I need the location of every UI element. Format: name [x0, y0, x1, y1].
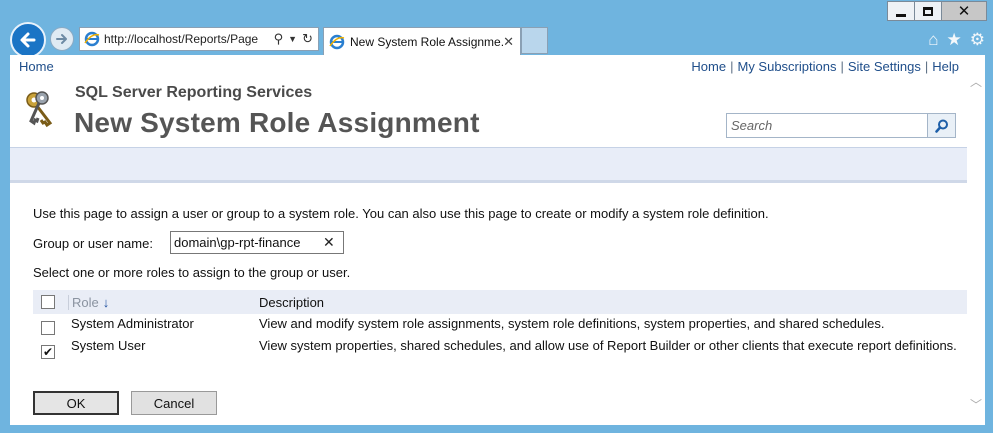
global-links: Home | My Subscriptions | Site Settings | Help — [691, 59, 959, 74]
roles-table: Role ↓ Description System Administrator V… — [33, 290, 967, 377]
back-button[interactable] — [10, 22, 46, 58]
scroll-down-icon[interactable]: ﹀ — [970, 396, 982, 413]
table-row: System Administrator View and modify sys… — [33, 314, 967, 337]
browser-toolbar: http://localhost/Reports/Page ⚲ ▼ ↻ New … — [0, 20, 993, 58]
browser-window: ✕ http://localhost/Reports/Page ⚲ ▼ ↻ Ne… — [0, 0, 993, 433]
checkmark-icon: ✔ — [42, 345, 54, 359]
clear-input-icon[interactable]: ✕ — [323, 234, 335, 251]
address-bar[interactable]: http://localhost/Reports/Page ⚲ ▼ ↻ — [79, 27, 319, 51]
minimize-button[interactable] — [887, 1, 915, 21]
window-controls: ✕ — [887, 1, 987, 21]
keys-icon — [26, 91, 53, 128]
scroll-up-icon[interactable]: ︿ — [970, 73, 982, 90]
table-header: Role ↓ Description — [33, 290, 967, 314]
system-administrator-checkbox[interactable] — [41, 321, 55, 335]
close-icon: ✕ — [957, 1, 971, 20]
close-window-button[interactable]: ✕ — [941, 1, 987, 21]
back-arrow-icon — [20, 32, 36, 48]
new-tab-button[interactable] — [521, 27, 548, 54]
description-column-header: Description — [259, 295, 325, 310]
separator: | — [730, 59, 734, 74]
role-description: View and modify system role assignments,… — [259, 316, 885, 331]
cancel-button[interactable]: Cancel — [131, 391, 217, 415]
role-header-label: Role — [72, 295, 99, 310]
tab-close-icon[interactable]: ✕ — [503, 34, 514, 50]
toolbar-icons: ⌂ ★ ⚙ — [928, 30, 985, 50]
ok-button[interactable]: OK — [33, 391, 119, 415]
product-subtitle: SQL Server Reporting Services — [75, 84, 313, 101]
tab-title: New System Role Assignme... — [350, 34, 504, 49]
group-user-field: ✕ — [170, 231, 344, 254]
browser-tab-active[interactable]: New System Role Assignme... ✕ — [323, 27, 521, 55]
search-icon — [934, 119, 948, 133]
group-user-label: Group or user name: — [33, 236, 153, 251]
home-icon[interactable]: ⌂ — [928, 30, 938, 50]
role-name: System User — [71, 338, 146, 353]
address-url: http://localhost/Reports/Page — [104, 32, 259, 46]
sort-arrow-icon: ↓ — [102, 295, 110, 310]
group-user-input[interactable] — [171, 233, 317, 252]
page-title: New System Role Assignment — [74, 107, 480, 138]
search-address-icon[interactable]: ⚲ — [274, 31, 284, 47]
search-button[interactable] — [928, 113, 956, 138]
ie-logo-icon — [84, 31, 100, 47]
favorites-star-icon[interactable]: ★ — [947, 30, 962, 50]
top-navigation: Home Home | My Subscriptions | Site Settings… — [10, 55, 967, 79]
role-column-header[interactable]: Role ↓ — [68, 295, 109, 310]
header-band — [10, 147, 967, 183]
breadcrumb-home-link[interactable]: Home — [19, 59, 54, 74]
maximize-button[interactable] — [914, 1, 942, 21]
forward-arrow-icon — [56, 34, 67, 44]
minimize-icon — [896, 13, 906, 17]
table-row: ✔ System User View system properties, sh… — [33, 337, 967, 377]
page-description: Use this page to assign a user or group … — [33, 206, 769, 221]
home-link[interactable]: Home — [691, 59, 726, 74]
select-roles-note: Select one or more roles to assign to th… — [33, 265, 351, 280]
vertical-scrollbar[interactable]: ︿ ﹀ — [967, 55, 985, 425]
separator: | — [840, 59, 844, 74]
ie-tab-icon — [329, 34, 345, 49]
maximize-icon — [923, 6, 933, 16]
page-content: Home Home | My Subscriptions | Site Settings… — [10, 55, 985, 425]
site-settings-link[interactable]: Site Settings — [848, 59, 921, 74]
my-subscriptions-link[interactable]: My Subscriptions — [737, 59, 836, 74]
help-link[interactable]: Help — [932, 59, 959, 74]
separator: | — [924, 59, 929, 74]
dropdown-arrow-icon[interactable]: ▼ — [288, 34, 297, 44]
forward-button[interactable] — [50, 27, 74, 51]
role-name: System Administrator — [71, 316, 194, 331]
search-input[interactable] — [726, 113, 928, 138]
refresh-icon[interactable]: ↻ — [302, 31, 313, 47]
system-user-checkbox[interactable]: ✔ — [41, 345, 55, 359]
tools-gear-icon[interactable]: ⚙ — [970, 30, 985, 50]
role-description: View system properties, shared schedules… — [259, 338, 957, 353]
search-box — [726, 113, 956, 138]
select-all-checkbox[interactable] — [41, 295, 55, 309]
